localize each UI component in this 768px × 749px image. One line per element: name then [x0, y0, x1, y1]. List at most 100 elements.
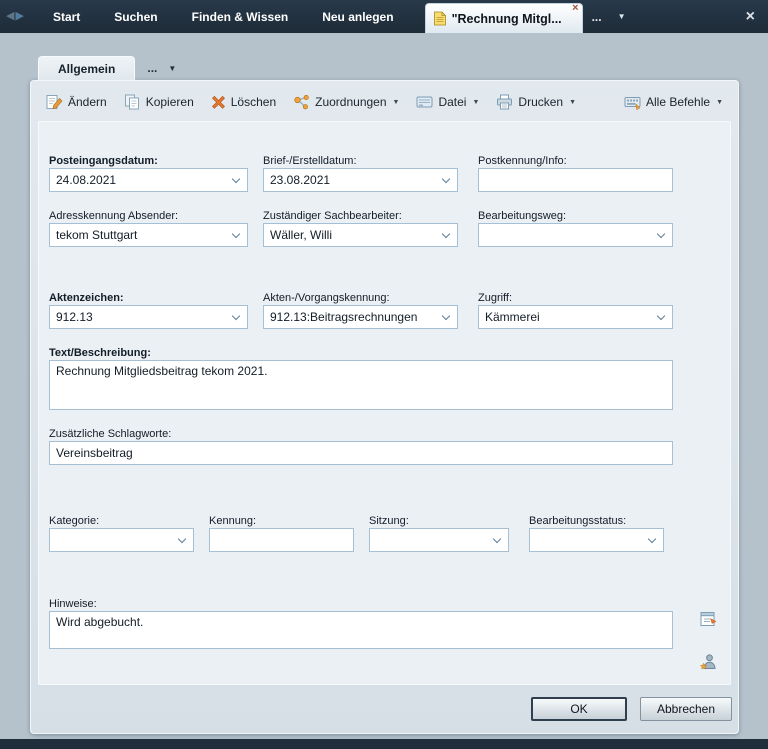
- postkennung-input[interactable]: [478, 168, 673, 192]
- assignments-icon: [293, 94, 310, 110]
- add-contact-button[interactable]: [699, 653, 719, 672]
- sitzung-combobox[interactable]: [369, 528, 509, 552]
- field-label: Bearbeitungsweg:: [478, 210, 673, 223]
- field-schlagworte: Zusätzliche Schlagworte:: [49, 428, 673, 465]
- beschreibung-textarea[interactable]: Rechnung Mitgliedsbeitrag tekom 2021.: [49, 360, 673, 410]
- bottom-strip: [0, 739, 768, 749]
- field-label: Hinweise:: [49, 598, 673, 611]
- file-icon: [416, 94, 433, 110]
- aendern-button[interactable]: Ändern: [46, 94, 107, 110]
- kennung-input[interactable]: [209, 528, 354, 552]
- field-label: Zugriff:: [478, 292, 673, 305]
- kopieren-button[interactable]: Kopieren: [124, 94, 194, 110]
- field-label: Kategorie:: [49, 515, 194, 528]
- field-kategorie: Kategorie:: [49, 515, 194, 552]
- tabstrip-dropdown-icon[interactable]: ▼: [168, 64, 176, 80]
- combo-value: 24.08.2021: [56, 173, 229, 187]
- edit-icon: [46, 94, 63, 110]
- drucken-button[interactable]: Drucken ▼: [496, 94, 576, 110]
- field-brief-erstelldatum: Brief-/Erstelldatum: 23.08.2021: [263, 155, 458, 192]
- new-note-button[interactable]: [699, 610, 719, 629]
- field-label: Adresskennung Absender:: [49, 210, 248, 223]
- chevron-down-icon: [648, 534, 656, 542]
- dropdown-arrow-icon: ▼: [393, 99, 400, 106]
- field-beschreibung: Text/Beschreibung: Rechnung Mitgliedsbei…: [49, 347, 673, 410]
- titlebar-overflow[interactable]: ...: [592, 10, 602, 24]
- tab-close-icon[interactable]: ×: [572, 3, 578, 14]
- toolbar-label: Löschen: [231, 95, 276, 109]
- field-label: Zuständiger Sachbearbeiter:: [263, 210, 458, 223]
- bearbeitungsstatus-combobox[interactable]: [529, 528, 664, 552]
- chevron-down-icon: [657, 311, 665, 319]
- field-vorgangskennung: Akten-/Vorgangskennung: 912.13:Beitragsr…: [263, 292, 458, 329]
- toolbar-label: Alle Befehle: [646, 95, 710, 109]
- field-label: Bearbeitungsstatus:: [529, 515, 664, 528]
- tabstrip-overflow[interactable]: ...: [147, 61, 157, 80]
- vorgangskennung-combobox[interactable]: 912.13:Beitragsrechnungen: [263, 305, 458, 329]
- chevron-down-icon: [232, 311, 240, 319]
- tab-allgemein[interactable]: Allgemein: [38, 56, 135, 80]
- all-commands-icon: [624, 94, 641, 110]
- nav-forward-icon[interactable]: ▶: [15, 0, 23, 33]
- field-kennung: Kennung:: [209, 515, 354, 552]
- combo-value: Kämmerei: [485, 310, 654, 324]
- toolbar-label: Datei: [438, 95, 466, 109]
- combo-value: tekom Stuttgart: [56, 228, 229, 242]
- chevron-down-icon: [178, 534, 186, 542]
- titlebar-menu: Start Suchen Finden & Wissen Neu anlegen: [36, 0, 411, 33]
- field-sitzung: Sitzung:: [369, 515, 509, 552]
- person-star-icon: [699, 658, 718, 675]
- kategorie-combobox[interactable]: [49, 528, 194, 552]
- adresskennung-combobox[interactable]: tekom Stuttgart: [49, 223, 248, 247]
- dropdown-arrow-icon: ▼: [569, 99, 576, 106]
- field-postkennung: Postkennung/Info:: [478, 155, 673, 192]
- combo-value: Wäller, Willi: [270, 228, 439, 242]
- field-label: Brief-/Erstelldatum:: [263, 155, 458, 168]
- hinweise-textarea[interactable]: Wird abgebucht.: [49, 611, 673, 649]
- delete-icon: [211, 95, 226, 109]
- bearbeitungsweg-combobox[interactable]: [478, 223, 673, 247]
- field-label: Kennung:: [209, 515, 354, 528]
- brief-erstelldatum-combobox[interactable]: 23.08.2021: [263, 168, 458, 192]
- zuordnungen-button[interactable]: Zuordnungen ▼: [293, 94, 399, 110]
- menu-tab-start[interactable]: Start: [36, 0, 97, 33]
- loeschen-button[interactable]: Löschen: [211, 95, 276, 109]
- menu-tab-finden-wissen[interactable]: Finden & Wissen: [175, 0, 306, 33]
- field-hinweise: Hinweise: Wird abgebucht.: [49, 598, 673, 649]
- sachbearbeiter-combobox[interactable]: Wäller, Willi: [263, 223, 458, 247]
- toolbar-label: Drucken: [518, 95, 563, 109]
- toolbar-label: Zuordnungen: [315, 95, 386, 109]
- dropdown-arrow-icon: ▼: [716, 99, 723, 106]
- toolbar: Ändern Kopieren Löschen: [46, 88, 723, 116]
- datei-button[interactable]: Datei ▼: [416, 94, 479, 110]
- alle-befehle-button[interactable]: Alle Befehle ▼: [624, 94, 723, 110]
- app-window: ◀ ▶ Start Suchen Finden & Wissen Neu anl…: [0, 0, 768, 749]
- field-sachbearbeiter: Zuständiger Sachbearbeiter: Wäller, Will…: [263, 210, 458, 247]
- aktenzeichen-combobox[interactable]: 912.13: [49, 305, 248, 329]
- menu-tab-suchen[interactable]: Suchen: [97, 0, 174, 33]
- zugriff-combobox[interactable]: Kämmerei: [478, 305, 673, 329]
- form-panel: Ändern Kopieren Löschen: [30, 80, 739, 734]
- tab-strip: Allgemein ... ▼: [38, 56, 176, 80]
- copy-icon: [124, 94, 141, 110]
- nav-back-icon[interactable]: ◀: [6, 0, 14, 33]
- titlebar: ◀ ▶ Start Suchen Finden & Wissen Neu anl…: [0, 0, 768, 33]
- posteingangsdatum-combobox[interactable]: 24.08.2021: [49, 168, 248, 192]
- document-tab[interactable]: "Rechnung Mitgl... ×: [425, 3, 583, 33]
- cancel-button[interactable]: Abbrechen: [640, 697, 732, 721]
- window-close-icon[interactable]: ×: [746, 9, 755, 25]
- toolbar-label: Ändern: [68, 95, 107, 109]
- dropdown-arrow-icon: ▼: [472, 99, 479, 106]
- schlagworte-input[interactable]: [49, 441, 673, 465]
- chevron-down-icon: [657, 229, 665, 237]
- chevron-down-icon: [442, 229, 450, 237]
- field-adresskennung: Adresskennung Absender: tekom Stuttgart: [49, 210, 248, 247]
- field-aktenzeichen: Aktenzeichen: 912.13: [49, 292, 248, 329]
- menu-tab-neu-anlegen[interactable]: Neu anlegen: [305, 0, 410, 33]
- document-tab-label: "Rechnung Mitgl...: [452, 12, 562, 26]
- field-label: Postkennung/Info:: [478, 155, 673, 168]
- field-label: Aktenzeichen:: [49, 292, 248, 305]
- titlebar-dropdown-icon[interactable]: ▼: [618, 12, 626, 21]
- chevron-down-icon: [232, 174, 240, 182]
- ok-button[interactable]: OK: [531, 697, 627, 721]
